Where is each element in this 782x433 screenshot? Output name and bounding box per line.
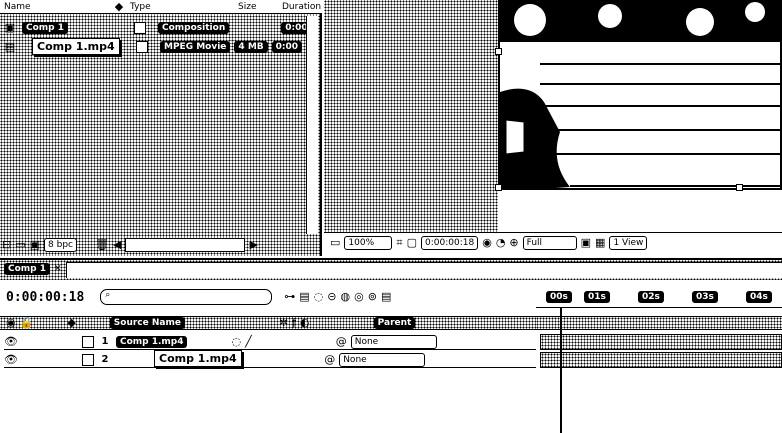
graph-editor-icon[interactable]: ⊚ bbox=[368, 290, 377, 304]
label-icon: ◆ bbox=[114, 0, 124, 13]
grid-icon[interactable]: ⌗ bbox=[396, 236, 402, 250]
parent-dropdown[interactable]: None bbox=[350, 334, 437, 349]
mini-flowchart-icon[interactable]: ⊶ bbox=[284, 290, 295, 304]
channel-icon[interactable]: ⊕ bbox=[509, 236, 518, 250]
layer-bar[interactable] bbox=[540, 334, 782, 350]
parent-pickwhip-icon[interactable]: @ bbox=[324, 353, 335, 367]
brainstorm-icon[interactable]: ◎ bbox=[354, 290, 364, 304]
interpret-footage-icon[interactable]: ⊟ bbox=[2, 238, 11, 252]
snapshot-icon[interactable]: ◉ bbox=[482, 236, 492, 250]
column-duration[interactable]: Duration bbox=[282, 2, 321, 12]
project-item-comp[interactable]: ▣ Comp 1 Composition 0:00 bbox=[2, 20, 320, 36]
bit-depth-button[interactable]: 8 bpc bbox=[44, 238, 77, 252]
footage-icon: ▤ bbox=[4, 40, 16, 53]
zoom-dropdown[interactable]: 100% bbox=[344, 235, 393, 250]
layer-row[interactable]: 👁 2 ◌ ╱ @ None bbox=[4, 352, 536, 368]
project-toolbar: ⊟ ▭ ▣ 8 bpc 🗑 ◀ ▶ bbox=[2, 237, 320, 253]
solo-switch[interactable] bbox=[81, 335, 94, 348]
footage-frame bbox=[498, 0, 782, 190]
column-parent[interactable]: Parent bbox=[373, 317, 416, 329]
fx-icon: ƒ bbox=[292, 316, 297, 329]
lock-icon: 🔒 bbox=[19, 316, 34, 329]
footage-image bbox=[500, 2, 780, 188]
work-area-bar[interactable] bbox=[536, 316, 782, 330]
ruler-tick-4: 04s bbox=[746, 291, 772, 303]
draft-3d-icon[interactable]: ▤ bbox=[299, 290, 309, 304]
scroll-left-icon[interactable]: ◀ bbox=[113, 238, 121, 252]
frame-blending-icon[interactable]: ⊝ bbox=[327, 290, 336, 304]
timeline-tab-strip bbox=[66, 262, 782, 278]
project-scrollbar[interactable] bbox=[306, 16, 318, 234]
label-swatch[interactable] bbox=[136, 41, 148, 53]
solo-switch[interactable] bbox=[81, 353, 94, 366]
viewer-pasteboard bbox=[324, 0, 498, 232]
ruler-tick-2: 02s bbox=[638, 291, 664, 303]
timeline-timecode[interactable]: 0:00:00:18 bbox=[6, 290, 84, 305]
parent-dropdown[interactable]: None bbox=[339, 352, 426, 367]
ruler-tick-0: 00s bbox=[546, 291, 572, 303]
layer-search-input[interactable]: ⌕ bbox=[100, 289, 273, 305]
current-time-indicator[interactable] bbox=[560, 308, 562, 433]
resolution-dropdown[interactable]: Full bbox=[522, 235, 577, 250]
view-layout-dropdown[interactable]: 1 View bbox=[609, 235, 648, 250]
region-of-interest-icon[interactable]: ▣ bbox=[581, 236, 591, 250]
layer-handle-bottom[interactable] bbox=[736, 184, 743, 191]
trash-icon[interactable]: 🗑 bbox=[95, 238, 109, 252]
ruler-tick-1: 01s bbox=[584, 291, 610, 303]
layer-name: Comp 1.mp4 bbox=[115, 335, 188, 348]
show-snapshot-icon[interactable]: ◔ bbox=[496, 236, 506, 250]
adjustment-icon: ◐ bbox=[300, 316, 310, 329]
scroll-right-icon[interactable]: ▶ bbox=[249, 238, 257, 252]
layer-handle-bottom-left[interactable] bbox=[495, 184, 502, 191]
parent-pickwhip-icon[interactable]: @ bbox=[336, 335, 347, 349]
ruler-tick-3: 03s bbox=[692, 291, 718, 303]
project-item-type: MPEG Movie bbox=[160, 41, 231, 53]
timeline-controls: 0:00:00:18 ⌕ ⊶ ▤ ◌ ⊝ ◍ ◎ ⊚ ▤ bbox=[6, 287, 536, 307]
tab-close-icon[interactable]: ✕ bbox=[54, 264, 62, 274]
layer-bar[interactable] bbox=[540, 352, 782, 368]
project-item-name: Comp 1 bbox=[22, 22, 69, 34]
viewer-toolbar: ▭ 100% ⌗ ▢ 0:00:00:18 ◉ ◔ ⊕ Full ▣ ▦ 1 V… bbox=[324, 232, 782, 252]
column-name[interactable]: Name bbox=[4, 2, 108, 12]
video-switch-icon[interactable]: 👁 bbox=[4, 335, 18, 349]
project-item-duration: 0:00 bbox=[271, 41, 303, 53]
av-features-icon: ◉ bbox=[6, 316, 16, 329]
switches-icon: ✲ bbox=[278, 316, 289, 329]
transparency-grid-icon[interactable]: ▦ bbox=[595, 236, 605, 250]
layer-row[interactable]: 👁 1 Comp 1.mp4 ◌ ╱ @ None bbox=[4, 334, 536, 350]
timeline-tooltip: Comp 1.mp4 bbox=[154, 350, 242, 367]
project-item-type: Composition bbox=[158, 22, 230, 34]
viewer-timecode[interactable]: 0:00:00:18 bbox=[421, 235, 479, 250]
always-preview-icon[interactable]: ▭ bbox=[330, 236, 340, 250]
tab-comp-1[interactable]: Comp 1 ✕ bbox=[4, 262, 62, 276]
project-item-size: 4 MB bbox=[234, 41, 268, 53]
mask-icon[interactable]: ▢ bbox=[407, 236, 417, 250]
label-swatch[interactable] bbox=[134, 22, 147, 34]
chart-icon[interactable]: ▤ bbox=[381, 290, 391, 304]
column-source-name[interactable]: Source Name bbox=[109, 317, 185, 329]
layer-index: 1 bbox=[101, 336, 109, 347]
layer-column-header: ◉ 🔒 ◆ Source Name ✲ ƒ ◐ Parent bbox=[0, 316, 536, 330]
column-type[interactable]: Type bbox=[130, 2, 234, 12]
layer-index: 2 bbox=[101, 354, 109, 365]
project-scroll-track[interactable] bbox=[125, 238, 246, 252]
label-icon: ◆ bbox=[67, 316, 76, 329]
layer-handle-left[interactable] bbox=[495, 48, 502, 55]
new-composition-icon[interactable]: ▣ bbox=[30, 238, 40, 252]
new-folder-icon[interactable]: ▭ bbox=[15, 238, 25, 252]
layer-switch-shy-icon[interactable]: ◌ bbox=[231, 335, 241, 349]
time-ruler[interactable]: 00s 01s 02s 03s 04s bbox=[536, 282, 782, 308]
video-switch-icon[interactable]: 👁 bbox=[4, 353, 18, 367]
project-column-header: Name ◆ Type Size Duration bbox=[0, 0, 322, 14]
motion-blur-icon[interactable]: ◍ bbox=[341, 290, 351, 304]
tab-label: Comp 1 bbox=[4, 263, 51, 275]
shy-icon[interactable]: ◌ bbox=[314, 290, 324, 304]
project-tooltip: Comp 1.mp4 bbox=[32, 38, 120, 55]
composition-icon: ▣ bbox=[4, 21, 16, 34]
column-size[interactable]: Size bbox=[238, 2, 278, 12]
layer-switch-collapse-icon[interactable]: ╱ bbox=[245, 335, 252, 349]
